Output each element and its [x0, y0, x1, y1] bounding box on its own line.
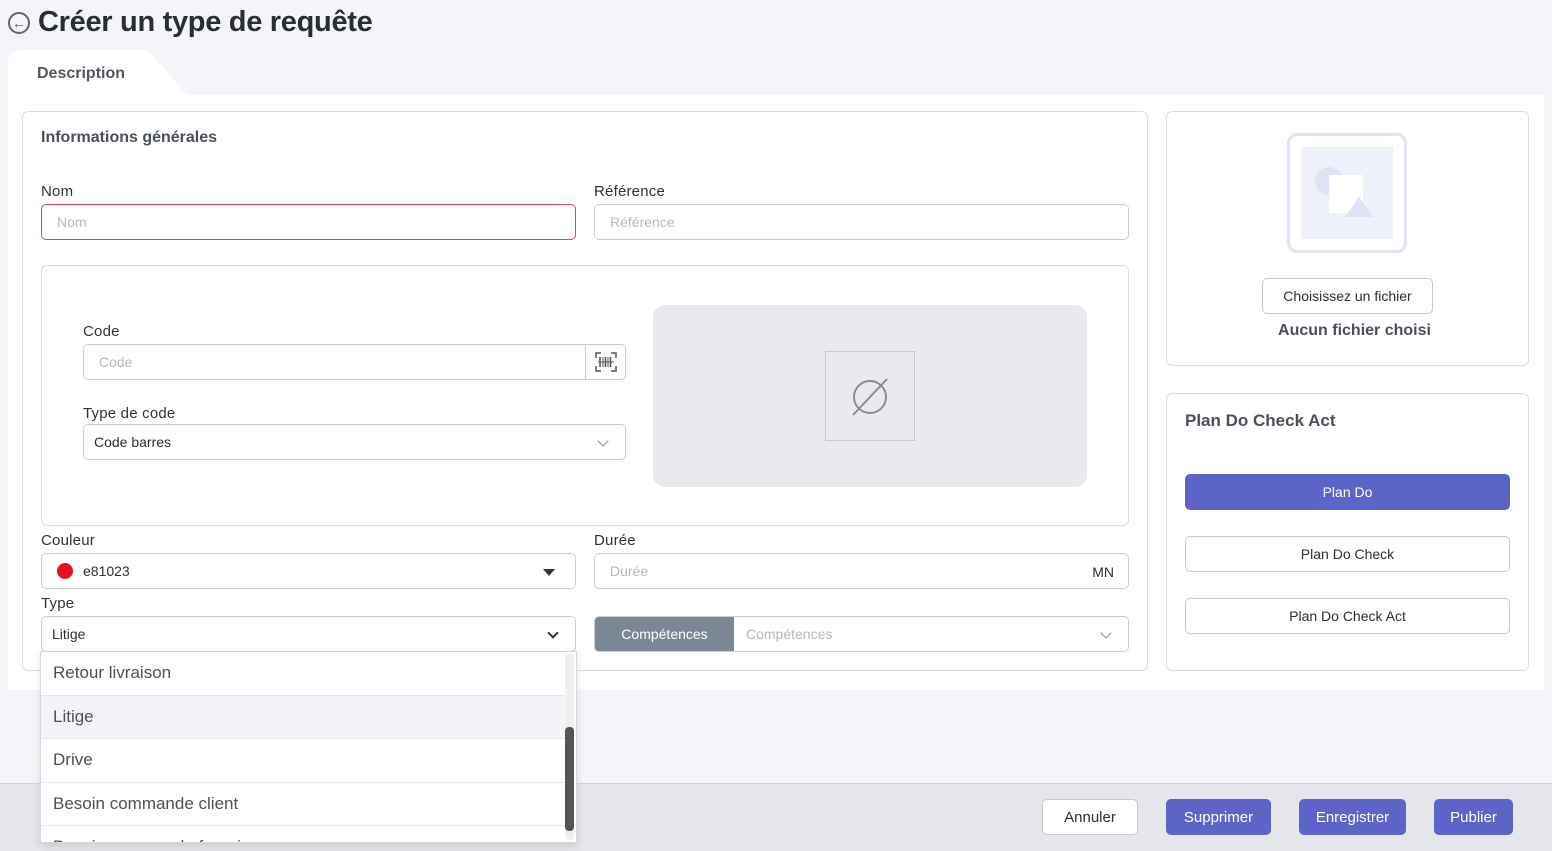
code-placeholder: Code [99, 354, 133, 370]
code-type-select[interactable]: Code barres [83, 424, 626, 460]
type-option-litige[interactable]: Litige [41, 695, 567, 739]
couleur-label: Couleur [41, 532, 95, 549]
reference-input[interactable]: Référence [594, 204, 1129, 240]
duree-label: Durée [594, 532, 636, 549]
duree-unit: MN [1092, 564, 1114, 580]
image-placeholder [1287, 133, 1407, 253]
competences-tag: Compétences [595, 617, 734, 651]
caret-down-icon [543, 569, 555, 576]
pdca-title: Plan Do Check Act [1185, 411, 1336, 430]
code-label: Code [83, 323, 120, 340]
reference-label: Référence [594, 183, 666, 200]
type-option-retour-livraison[interactable]: Retour livraison [41, 652, 567, 696]
chevron-down-icon [1100, 627, 1112, 639]
nom-label: Nom [41, 183, 74, 200]
barcode-scan-icon [594, 352, 617, 372]
tab-description[interactable]: Description [8, 50, 188, 96]
cancel-button[interactable]: Annuler [1042, 799, 1138, 835]
tab-description-label: Description [37, 65, 126, 82]
type-option-drive[interactable]: Drive [41, 739, 567, 783]
reference-placeholder: Référence [610, 214, 675, 230]
color-swatch [57, 563, 73, 579]
page-title: Créer un type de requête [38, 6, 373, 38]
type-option-besoin-commande-fournisseur[interactable]: Besoin commande fournisseur [41, 826, 567, 842]
publish-button[interactable]: Publier [1434, 799, 1513, 835]
type-option-besoin-commande-client[interactable]: Besoin commande client [41, 783, 567, 826]
plan-do-check-act-button[interactable]: Plan Do Check Act [1185, 598, 1510, 634]
nom-input[interactable]: Nom [41, 204, 576, 240]
no-image-icon [852, 378, 888, 416]
code-type-value: Code barres [94, 434, 172, 450]
couleur-select[interactable]: e81023 [41, 553, 576, 589]
no-file-status: Aucun fichier choisi [1278, 322, 1431, 339]
plan-do-button[interactable]: Plan Do [1185, 474, 1510, 510]
type-value: Litige [52, 626, 86, 642]
barcode-preview [653, 305, 1087, 487]
plan-do-check-button[interactable]: Plan Do Check [1185, 536, 1510, 572]
dropdown-scrollbar[interactable] [565, 654, 574, 840]
choose-file-button[interactable]: Choisissez un fichier [1262, 278, 1433, 314]
page-header: ← Créer un type de requête [8, 6, 373, 39]
type-select[interactable]: Litige [41, 616, 576, 652]
competences-select[interactable]: Compétences Compétences [594, 616, 1129, 652]
code-input[interactable]: Code [83, 344, 626, 380]
competences-placeholder: Compétences [746, 626, 833, 642]
image-placeholder-icon [1301, 147, 1393, 239]
empty-set-icon [825, 351, 915, 441]
chevron-down-icon [547, 627, 559, 639]
dropdown-scrollbar-thumb[interactable] [565, 727, 574, 831]
general-info-title: Informations générales [41, 129, 218, 146]
nom-placeholder: Nom [57, 214, 87, 230]
type-label: Type [41, 595, 75, 612]
couleur-value: e81023 [83, 563, 130, 579]
duree-input[interactable]: Durée MN [594, 553, 1129, 589]
barcode-scan-button[interactable] [585, 345, 625, 379]
duree-placeholder: Durée [610, 563, 649, 579]
code-type-label: Type de code [83, 405, 176, 422]
back-arrow-icon[interactable]: ← [8, 11, 30, 34]
chevron-down-icon [597, 435, 609, 447]
type-dropdown: Retour livraison Litige Drive Besoin com… [40, 651, 577, 843]
save-button[interactable]: Enregistrer [1299, 799, 1406, 835]
delete-button[interactable]: Supprimer [1166, 799, 1271, 835]
